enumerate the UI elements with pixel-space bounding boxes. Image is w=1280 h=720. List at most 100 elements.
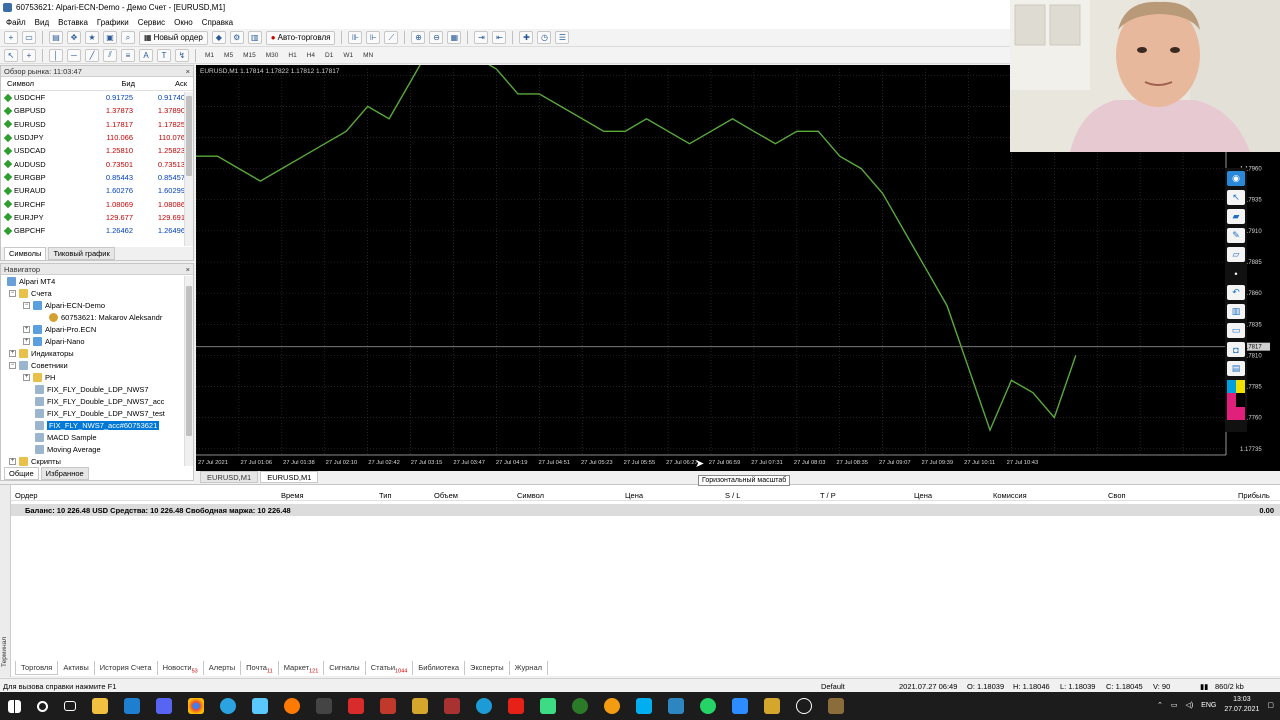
- market-watch-row[interactable]: USDCHF 0.91725 0.91740: [1, 91, 193, 104]
- color-swatch[interactable]: [1236, 380, 1245, 394]
- mail-icon[interactable]: [124, 698, 140, 714]
- market-watch-row[interactable]: EURAUD 1.60276 1.60299: [1, 184, 193, 197]
- terminal-app-icon[interactable]: [668, 698, 684, 714]
- new-order-button[interactable]: ▦ Новый ордер: [139, 30, 208, 45]
- tree-scripts[interactable]: + Скрипты: [1, 455, 193, 467]
- column-sl[interactable]: S / L: [725, 491, 740, 500]
- channel-icon[interactable]: ⫽: [103, 48, 117, 62]
- trash-icon[interactable]: ▥: [1227, 304, 1245, 319]
- telegram-icon[interactable]: [220, 698, 236, 714]
- task-view-icon[interactable]: [64, 701, 76, 711]
- color-palette-icon[interactable]: [1227, 380, 1245, 420]
- undo-icon[interactable]: ↶: [1227, 285, 1245, 300]
- alpari-icon[interactable]: [828, 698, 844, 714]
- collapse-icon[interactable]: −: [23, 301, 30, 309]
- firefox-icon[interactable]: [284, 698, 300, 714]
- indicators-icon[interactable]: ✚: [519, 31, 534, 44]
- expand-icon[interactable]: +: [23, 373, 30, 381]
- tree-advisors[interactable]: − Советники: [1, 359, 193, 371]
- settings-icon[interactable]: [572, 698, 588, 714]
- terminal-tab[interactable]: Журнал: [510, 661, 548, 675]
- tree-ea-item[interactable]: FIX_FLY_Double_LDP_NWS7_acc: [1, 395, 193, 407]
- balance-row[interactable]: Баланс: 10 226.48 USD Средства: 10 226.4…: [11, 504, 1280, 516]
- fibonacci-icon[interactable]: ≡: [121, 48, 135, 62]
- tree-ea-item[interactable]: + PH: [1, 371, 193, 383]
- tester-icon[interactable]: ⌕: [121, 31, 135, 44]
- tray-arrow-icon[interactable]: ⌃: [1157, 701, 1163, 709]
- terminal-tab[interactable]: Торговля: [15, 661, 59, 675]
- discord-icon[interactable]: [156, 698, 172, 714]
- windows-start-icon[interactable]: [8, 699, 21, 713]
- crosshair-icon[interactable]: +: [22, 48, 36, 62]
- signals-icon[interactable]: ⚙: [229, 31, 244, 44]
- terminal-tab[interactable]: Сигналы: [324, 661, 366, 675]
- column-commission[interactable]: Комиссия: [993, 491, 1027, 500]
- auto-trading-button[interactable]: ● Авто-торговля: [265, 30, 336, 45]
- tab-tick-chart[interactable]: Тиковый график: [48, 247, 115, 260]
- timeframe-h1[interactable]: H1: [285, 52, 299, 59]
- market-watch-row[interactable]: GBPCHF 1.26462 1.26496: [1, 224, 193, 237]
- network-icon[interactable]: ▭: [1171, 701, 1178, 709]
- market-watch-row[interactable]: USDCAD 1.25810 1.25823: [1, 144, 193, 157]
- tile-windows-icon[interactable]: ▦: [447, 31, 462, 44]
- video-icon[interactable]: [732, 698, 748, 714]
- timeframe-w1[interactable]: W1: [340, 52, 356, 59]
- pointer-icon[interactable]: ↖: [1227, 190, 1245, 205]
- eye-icon[interactable]: ◉: [1227, 171, 1245, 186]
- tree-ea-item[interactable]: Moving Average: [1, 443, 193, 455]
- column-swap[interactable]: Своп: [1108, 491, 1126, 500]
- youtube-icon[interactable]: [508, 698, 524, 714]
- tree-account[interactable]: 60753621: Makarov Aleksandr: [1, 311, 193, 323]
- tree-server[interactable]: − Alpari-ECN-Demo: [1, 299, 193, 311]
- metatrader-icon[interactable]: [412, 698, 428, 714]
- screen-icon[interactable]: ▭: [1227, 323, 1245, 338]
- timeframe-m5[interactable]: M5: [221, 52, 236, 59]
- column-volume[interactable]: Объем: [434, 491, 458, 500]
- menu-file[interactable]: Файл: [6, 18, 26, 27]
- timeframe-m30[interactable]: M30: [263, 52, 282, 59]
- navigator-icon[interactable]: ★: [85, 31, 99, 44]
- column-bid[interactable]: Бид: [85, 79, 136, 88]
- market-watch-row[interactable]: AUDUSD 0.73501 0.73513: [1, 157, 193, 170]
- timeframe-d1[interactable]: D1: [322, 52, 336, 59]
- horizontal-line-icon[interactable]: ─: [67, 48, 81, 62]
- timeframe-h4[interactable]: H4: [304, 52, 318, 59]
- notes-icon[interactable]: [252, 698, 268, 714]
- arrows-icon[interactable]: ↯: [175, 48, 189, 62]
- autoscroll-icon[interactable]: ⇤: [492, 31, 507, 44]
- bar-chart-icon[interactable]: ⊪: [348, 31, 363, 44]
- dot-icon[interactable]: •: [1227, 266, 1245, 281]
- clock-app-icon[interactable]: [796, 698, 812, 714]
- terminal-tab[interactable]: Маркет121: [279, 661, 325, 675]
- camera-icon[interactable]: ◘: [1227, 342, 1245, 357]
- highlighter-icon[interactable]: ▰: [1227, 209, 1245, 224]
- tree-ea-item[interactable]: MACD Sample: [1, 431, 193, 443]
- close-icon[interactable]: ×: [186, 67, 190, 76]
- color-swatch[interactable]: [1227, 406, 1236, 420]
- market-watch-scrollbar[interactable]: [184, 92, 193, 246]
- search-icon[interactable]: [37, 700, 48, 712]
- tree-server[interactable]: + Alpari-Nano: [1, 335, 193, 347]
- menu-window[interactable]: Окно: [174, 18, 193, 27]
- zoom-in-icon[interactable]: ⊕: [411, 31, 426, 44]
- android-icon[interactable]: [540, 698, 556, 714]
- text-icon[interactable]: A: [139, 48, 153, 62]
- terminal-tab[interactable]: Новости53: [158, 661, 204, 675]
- timeframe-mn[interactable]: MN: [360, 52, 376, 59]
- metaeditor-icon[interactable]: ◆: [211, 31, 226, 44]
- color-swatch[interactable]: [1227, 380, 1236, 394]
- color-swatch[interactable]: [1236, 406, 1245, 420]
- market-watch-row[interactable]: GBPUSD 1.37873 1.37890: [1, 104, 193, 117]
- vertical-line-icon[interactable]: │: [49, 48, 63, 62]
- tree-ea-item[interactable]: FIX_FLY_Double_LDP_NWS7: [1, 383, 193, 395]
- whatsapp-icon[interactable]: [700, 698, 716, 714]
- templates-icon[interactable]: ☰: [555, 31, 570, 44]
- data-window-icon[interactable]: ✥: [67, 31, 81, 44]
- close-icon[interactable]: ×: [186, 265, 190, 274]
- clipboard-icon[interactable]: ▤: [1227, 361, 1245, 376]
- column-ask[interactable]: Аск: [135, 79, 187, 88]
- new-chart-icon[interactable]: +: [4, 31, 18, 44]
- system-clock[interactable]: 13:03 27.07.2021: [1224, 695, 1259, 715]
- market-watch-row[interactable]: EURJPY 129.677 129.691: [1, 211, 193, 224]
- menu-charts[interactable]: Графики: [97, 18, 129, 27]
